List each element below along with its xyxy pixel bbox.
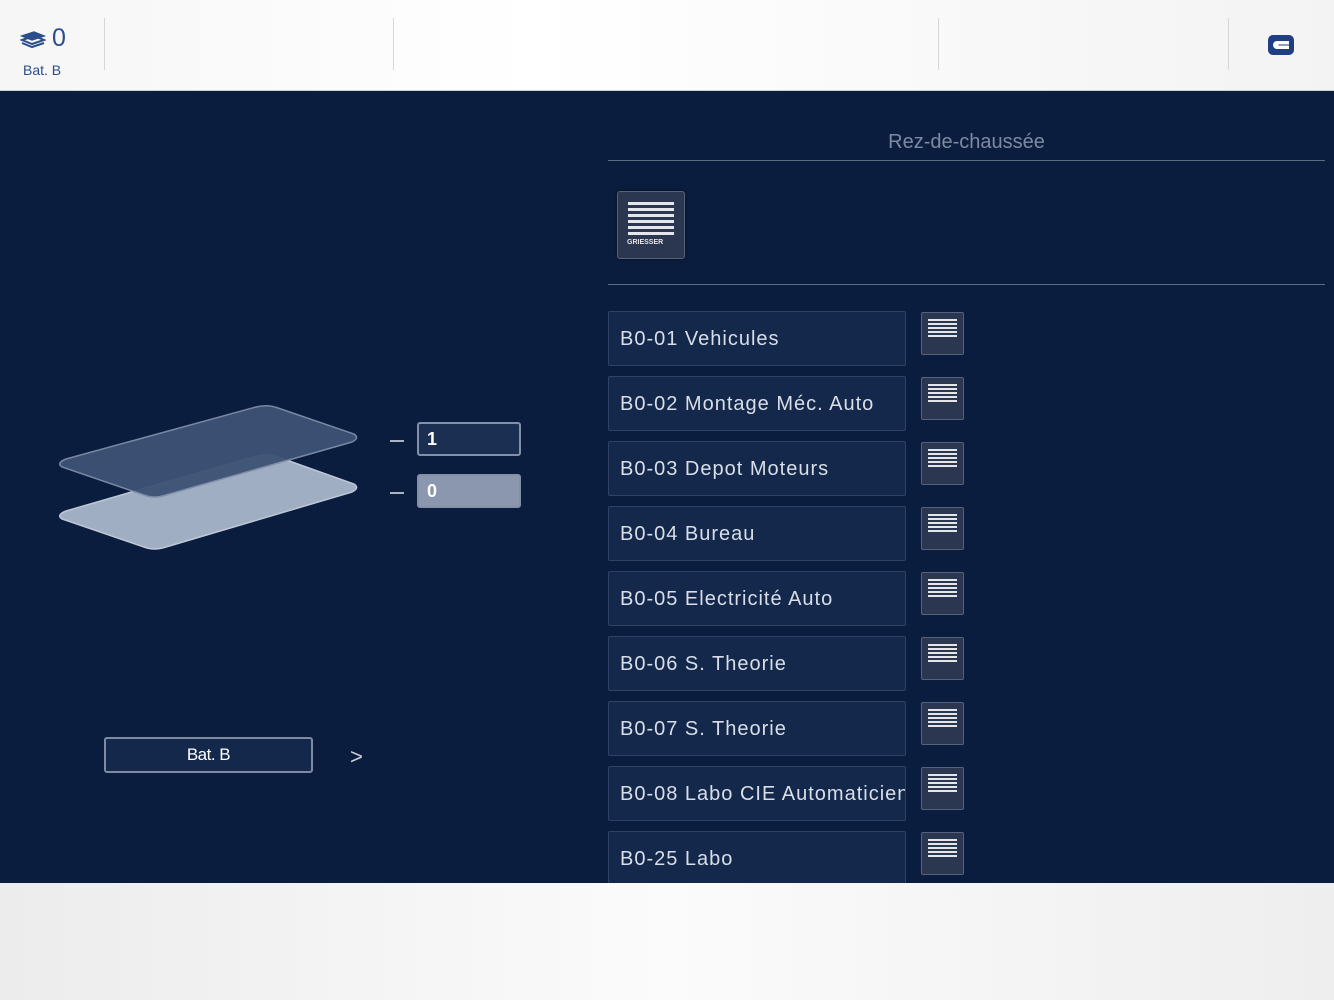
layers-icon — [20, 30, 46, 48]
blinds-icon — [928, 579, 957, 599]
room-button[interactable]: B0-03 Depot Moteurs — [608, 441, 906, 496]
floor-shade-control-button[interactable]: GRIESSER — [617, 191, 685, 259]
room-button[interactable]: B0-25 Labo — [608, 831, 906, 883]
room-button[interactable]: B0-06 S. Theorie — [608, 636, 906, 691]
current-floor-number: 0 — [52, 24, 66, 52]
room-shade-button[interactable] — [921, 637, 964, 680]
blinds-icon — [928, 384, 957, 404]
divider — [608, 284, 1325, 285]
blinds-icon — [928, 644, 957, 664]
room-button[interactable]: B0-05 Electricité Auto — [608, 571, 906, 626]
divider — [1228, 18, 1229, 70]
room-button[interactable]: B0-08 Labo CIE Automaticien — [608, 766, 906, 821]
floor-title: Rez-de-chaussée — [888, 131, 1045, 153]
main-panel: 1 0 Bat. B > Rez-de-chaussée GRIESSER B0… — [0, 91, 1334, 883]
room-button[interactable]: B0-02 Montage Méc. Auto — [608, 376, 906, 431]
room-shade-button[interactable] — [921, 312, 964, 355]
divider — [104, 18, 105, 70]
brand-label: GRIESSER — [627, 239, 664, 246]
divider — [938, 18, 939, 70]
chevron-right-icon[interactable]: > — [350, 744, 363, 770]
room-shade-button[interactable] — [921, 377, 964, 420]
room-shade-button[interactable] — [921, 767, 964, 810]
room-button[interactable]: B0-07 S. Theorie — [608, 701, 906, 756]
blinds-icon — [928, 839, 957, 859]
room-button[interactable]: B0-01 Vehicules — [608, 311, 906, 366]
blinds-icon — [928, 709, 957, 729]
room-button[interactable]: B0-04 Bureau — [608, 506, 906, 561]
level-1-button[interactable]: 1 — [417, 422, 521, 456]
bottom-area — [0, 883, 1334, 1000]
room-shade-button[interactable] — [921, 507, 964, 550]
level-connector — [390, 492, 404, 494]
blinds-icon — [928, 774, 957, 794]
floor-indicator[interactable]: 0 — [20, 26, 66, 51]
level-0-button[interactable]: 0 — [417, 474, 521, 508]
blinds-icon — [928, 449, 957, 469]
room-shade-button[interactable] — [921, 442, 964, 485]
blinds-icon — [928, 319, 957, 339]
top-bar: 0 Bat. B — [0, 0, 1334, 91]
building-button[interactable]: Bat. B — [104, 737, 313, 773]
floor-stack-diagram — [59, 404, 358, 550]
griesser-logo-button[interactable] — [1266, 33, 1296, 57]
room-shade-button[interactable] — [921, 572, 964, 615]
divider — [608, 160, 1325, 161]
current-building-label: Bat. B — [23, 62, 62, 78]
divider — [393, 18, 394, 70]
level-connector — [390, 440, 404, 442]
room-shade-button[interactable] — [921, 832, 964, 875]
blinds-icon — [628, 202, 674, 238]
blinds-icon — [928, 514, 957, 534]
room-shade-button[interactable] — [921, 702, 964, 745]
